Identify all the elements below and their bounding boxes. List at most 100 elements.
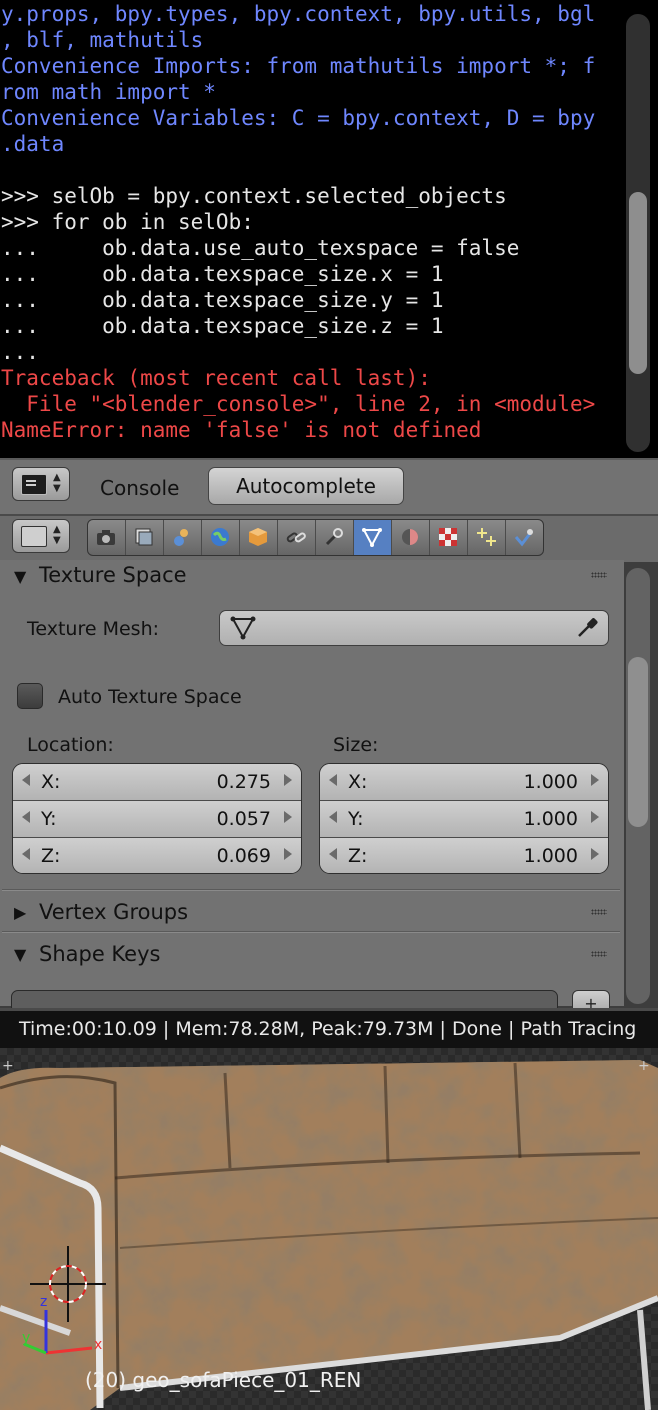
constraints-icon: [286, 527, 306, 547]
render-icon: [96, 527, 116, 547]
tab-render-layers[interactable]: [126, 520, 164, 555]
eyedropper-icon[interactable]: [576, 615, 600, 643]
increment-arrow-icon[interactable]: [284, 811, 292, 823]
properties-editor-type-button[interactable]: ▲ ▼: [12, 519, 70, 553]
console-line: NameError: name 'false' is not defined: [1, 418, 482, 442]
axis-label: Z:: [348, 845, 368, 867]
console-menu[interactable]: Console: [100, 476, 179, 500]
console-line: Traceback (most recent call last):: [1, 366, 431, 390]
decrement-arrow-icon[interactable]: [22, 811, 30, 823]
mesh-data-icon: [230, 615, 256, 645]
properties-editor-icon: [21, 526, 47, 547]
rendered-sofa-image: + + x z y: [0, 1048, 658, 1410]
tab-object[interactable]: [240, 520, 278, 555]
tab-material[interactable]: [392, 520, 430, 555]
axis-label: X:: [41, 771, 61, 793]
texture-space-panel-title[interactable]: Texture Space: [39, 563, 187, 587]
auto-texture-space-label[interactable]: Auto Texture Space: [58, 686, 242, 708]
console-line: ... ob.data.texspace_size.y = 1: [1, 288, 444, 312]
console-line: >>> for ob in selOb:: [1, 210, 254, 234]
shape-keys-panel-title[interactable]: Shape Keys: [39, 942, 160, 966]
tab-constraints[interactable]: [278, 520, 316, 555]
location-fields: X: 0.275 Y: 0.057 Z: 0.069: [12, 763, 302, 874]
size-fields: X: 1.000 Y: 1.000 Z: 1.000: [319, 763, 609, 874]
field-value: 1.000: [523, 771, 578, 793]
location-y-field[interactable]: Y: 0.057: [13, 801, 301, 838]
increment-arrow-icon[interactable]: [284, 774, 292, 786]
decrement-arrow-icon[interactable]: [329, 848, 337, 860]
vertex-groups-panel-title[interactable]: Vertex Groups: [39, 900, 188, 924]
location-label: Location:: [27, 734, 114, 756]
console-line: Convenience Variables: C = bpy.context, …: [1, 106, 596, 130]
scene-icon: [172, 527, 192, 547]
panel-expanded-triangle-icon[interactable]: ▼: [14, 567, 26, 586]
console-line: y.props, bpy.types, bpy.context, bpy.uti…: [1, 2, 596, 26]
increment-arrow-icon[interactable]: [591, 848, 599, 860]
console-line: ... ob.data.use_auto_texspace = false: [1, 236, 520, 260]
field-value: 0.057: [216, 808, 271, 830]
physics-icon: [514, 527, 534, 547]
console-editor-icon: [21, 474, 47, 495]
field-value: 1.000: [523, 808, 578, 830]
increment-arrow-icon[interactable]: [591, 774, 599, 786]
field-value: 0.275: [216, 771, 271, 793]
increment-arrow-icon[interactable]: [591, 811, 599, 823]
object-icon: [248, 527, 268, 547]
svg-text:z: z: [40, 1294, 47, 1310]
chevron-updown-icon: ▲ ▼: [53, 524, 61, 546]
panel-expanded-triangle-icon[interactable]: ▼: [14, 945, 26, 964]
properties-context-tabs: [87, 519, 544, 556]
tab-modifiers[interactable]: [316, 520, 354, 555]
tab-physics[interactable]: [506, 520, 543, 555]
console-line: , blf, mathutils: [1, 28, 204, 52]
svg-text:x: x: [94, 1337, 102, 1353]
texture-mesh-field[interactable]: [219, 610, 609, 646]
tab-render[interactable]: [88, 520, 126, 555]
panel-divider: [2, 889, 620, 890]
location-x-field[interactable]: X: 0.275: [13, 764, 301, 801]
3d-viewport[interactable]: + + x z y: [0, 1048, 658, 1410]
world-icon: [210, 527, 230, 547]
tab-mesh-data[interactable]: [354, 520, 392, 555]
size-y-field[interactable]: Y: 1.000: [320, 801, 608, 838]
particles-icon: [476, 527, 496, 547]
active-object-label: (20) geo_sofaPiece_01_REN: [85, 1368, 362, 1392]
svg-text:y: y: [22, 1330, 30, 1346]
panel-grip-icon[interactable]: [591, 909, 607, 915]
autocomplete-button[interactable]: Autocomplete: [208, 467, 404, 505]
decrement-arrow-icon[interactable]: [329, 774, 337, 786]
console-line: File "<blender_console>", line 2, in <mo…: [1, 392, 596, 416]
console-line: ... ob.data.texspace_size.z = 1: [1, 314, 444, 338]
field-value: 1.000: [523, 845, 578, 867]
panel-grip-icon[interactable]: [591, 951, 607, 957]
decrement-arrow-icon[interactable]: [22, 774, 30, 786]
svg-text:+: +: [2, 1058, 14, 1074]
tab-particles[interactable]: [468, 520, 506, 555]
console-line: Convenience Imports: from mathutils impo…: [1, 54, 596, 78]
tab-world[interactable]: [202, 520, 240, 555]
console-line: >>> selOb = bpy.context.selected_objects: [1, 184, 507, 208]
tab-texture[interactable]: [430, 520, 468, 555]
decrement-arrow-icon[interactable]: [22, 848, 30, 860]
size-x-field[interactable]: X: 1.000: [320, 764, 608, 801]
panel-collapsed-triangle-icon[interactable]: ▶: [14, 903, 26, 922]
console-line: ...: [1, 340, 39, 364]
size-z-field[interactable]: Z: 1.000: [320, 838, 608, 873]
panel-divider: [2, 931, 620, 932]
auto-texture-space-checkbox[interactable]: [17, 683, 43, 709]
tab-scene[interactable]: [164, 520, 202, 555]
editor-type-button[interactable]: ▲ ▼: [12, 467, 70, 501]
decrement-arrow-icon[interactable]: [329, 811, 337, 823]
axis-label: Y:: [348, 808, 364, 830]
texture-icon: [438, 527, 458, 547]
console-line: .data: [1, 132, 65, 156]
texture-mesh-label: Texture Mesh:: [27, 618, 160, 640]
location-z-field[interactable]: Z: 0.069: [13, 838, 301, 873]
material-icon: [400, 527, 420, 547]
properties-scrollbar-thumb[interactable]: [628, 657, 648, 827]
console-scrollbar-thumb[interactable]: [629, 192, 647, 374]
python-console[interactable]: y.props, bpy.types, bpy.context, bpy.uti…: [0, 0, 658, 458]
increment-arrow-icon[interactable]: [284, 848, 292, 860]
chevron-updown-icon: ▲ ▼: [53, 472, 61, 494]
panel-grip-icon[interactable]: [591, 572, 607, 578]
